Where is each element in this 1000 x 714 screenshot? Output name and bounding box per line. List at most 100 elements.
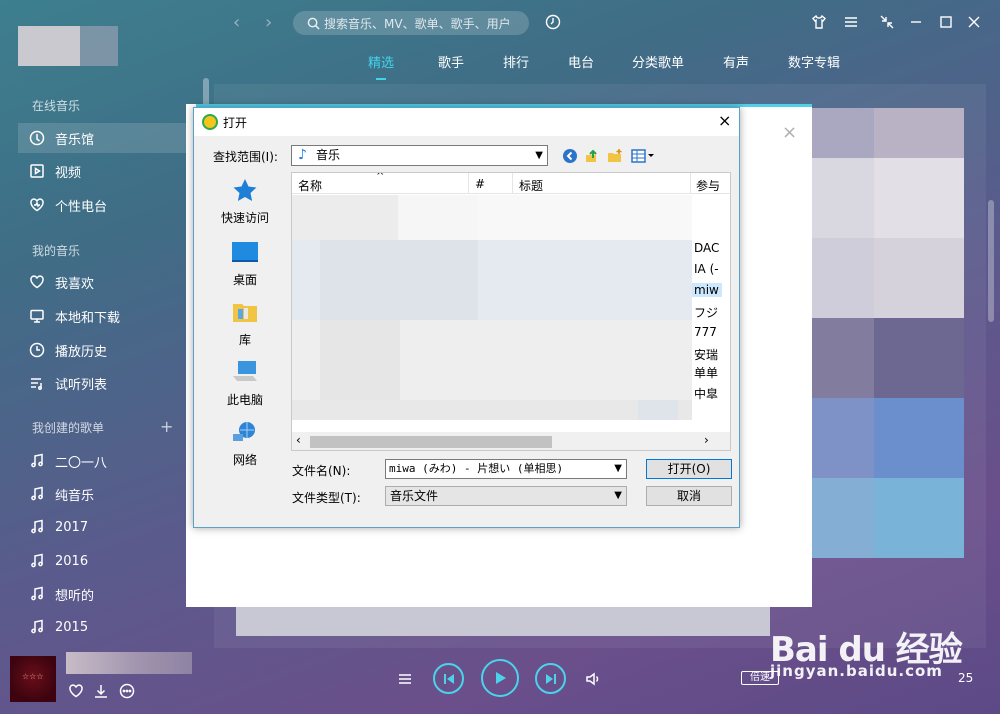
place-label: 此电脑 (226, 393, 263, 407)
artist-cell: 安瑞 (694, 348, 719, 362)
chevron-down-icon[interactable]: ▼ (614, 460, 622, 478)
file-name-label: 文件名(N): (292, 464, 351, 478)
sidebar-item-music-hall[interactable]: 音乐馆 (18, 123, 210, 153)
dialog-title: 打开 (223, 116, 248, 130)
back-nav-icon[interactable] (561, 147, 579, 165)
next-button[interactable] (535, 663, 566, 694)
music-note-icon (28, 485, 46, 503)
back-arrow-icon[interactable]: ‹ (233, 12, 240, 33)
new-folder-icon[interactable] (606, 147, 624, 165)
file-type-label: 文件类型(T): (292, 491, 361, 505)
blurred-file-cell (638, 400, 678, 420)
sidebar-item-label: 我喜欢 (55, 276, 95, 292)
import-dialog-close-icon[interactable]: × (782, 122, 797, 143)
file-name-input[interactable]: miwa (みわ) - 片想い (单相思) ▼ (385, 459, 627, 479)
sidebar-playlist-item[interactable]: 2015 (18, 612, 210, 642)
place-libraries[interactable]: 库 (204, 300, 286, 348)
view-menu-icon[interactable] (630, 147, 656, 165)
cancel-button[interactable]: 取消 (646, 486, 732, 506)
sidebar-item-favorites[interactable]: 我喜欢 (18, 267, 210, 297)
sidebar-item-label: 音乐馆 (55, 132, 95, 148)
place-quick-access[interactable]: 快速访问 (204, 178, 286, 226)
song-info-blur (66, 652, 192, 674)
artist-cell: IA (- (694, 262, 719, 276)
tab-radio[interactable]: 电台 (568, 52, 594, 71)
sidebar-item-label: 纯音乐 (55, 488, 95, 504)
file-type-select[interactable]: 音乐文件 ▼ (385, 486, 627, 506)
network-globe-icon (233, 422, 255, 441)
clock-icon (28, 341, 46, 359)
blurred-file-cell (320, 240, 478, 320)
scroll-thumb[interactable] (310, 436, 552, 448)
place-this-pc[interactable]: 此电脑 (204, 360, 286, 408)
close-window-icon[interactable] (965, 13, 983, 31)
column-header-number[interactable]: # (475, 177, 485, 191)
play-mode-icon[interactable] (397, 671, 413, 687)
more-icon[interactable] (119, 683, 135, 699)
recognize-music-icon[interactable] (544, 13, 562, 31)
play-button[interactable] (481, 659, 519, 697)
skin-shirt-icon[interactable] (810, 13, 828, 31)
sidebar-playlist-item[interactable]: 纯音乐 (18, 479, 210, 509)
scroll-right-icon[interactable]: › (704, 433, 709, 447)
sidebar-item-label: 二〇一八 (55, 455, 108, 471)
place-desktop[interactable]: 桌面 (204, 240, 286, 288)
file-list[interactable]: 名称 ^ # 标题 参与 DAC IA (- miw フジ 777 安瑞 单单 … (291, 172, 731, 451)
sidebar-item-trial-list[interactable]: 试听列表 (18, 368, 210, 398)
search-box[interactable]: 搜索音乐、MV、歌单、歌手、用户 (293, 11, 529, 35)
place-label: 网络 (232, 453, 257, 467)
scroll-left-icon[interactable]: ‹ (296, 433, 301, 447)
content-scrollbar[interactable] (988, 200, 994, 322)
sidebar-item-label: 2017 (55, 519, 89, 535)
sidebar-playlist-item[interactable]: 想听的 (18, 579, 210, 609)
up-folder-icon[interactable] (583, 147, 601, 165)
search-placeholder: 搜索音乐、MV、歌单、歌手、用户 (324, 16, 511, 31)
previous-button[interactable] (433, 663, 464, 694)
tab-singers[interactable]: 歌手 (438, 52, 464, 71)
sidebar-playlist-item[interactable]: 2016 (18, 546, 210, 576)
file-list-header: 名称 ^ # 标题 参与 (292, 173, 730, 194)
place-network[interactable]: 网络 (204, 420, 286, 468)
sidebar-item-history[interactable]: 播放历史 (18, 335, 210, 365)
sidebar-playlist-item[interactable]: 2017 (18, 512, 210, 542)
sidebar-item-label: 视频 (55, 165, 82, 181)
sidebar-playlist-item[interactable]: 二〇一八 (18, 446, 210, 476)
column-header-name[interactable]: 名称 (298, 177, 322, 194)
tab-digital-albums[interactable]: 数字专辑 (788, 52, 840, 71)
minimize-icon[interactable] (907, 13, 925, 31)
music-note-icon (28, 518, 46, 536)
place-label: 库 (238, 333, 251, 347)
maximize-icon[interactable] (937, 13, 955, 31)
album-cover[interactable]: ☆☆☆ (10, 656, 56, 702)
add-playlist-icon[interactable]: + (160, 417, 173, 436)
file-list-horizontal-scrollbar[interactable]: ‹ › (292, 432, 730, 450)
artist-cell: 中皐 (694, 387, 719, 401)
column-header-artist[interactable]: 参与 (696, 177, 720, 194)
forward-arrow-icon[interactable]: › (265, 12, 272, 33)
download-icon[interactable] (93, 683, 109, 699)
dialog-titlebar: 打开 × (194, 108, 739, 136)
section-title-created: 我创建的歌单 + (32, 417, 173, 436)
look-in-select[interactable]: ♪ 音乐 ▼ (291, 145, 548, 166)
sidebar-item-radio[interactable]: 个性电台 (18, 190, 210, 220)
sidebar-item-local-downloads[interactable]: 本地和下载 (18, 301, 210, 331)
sidebar-item-video[interactable]: 视频 (18, 156, 210, 186)
open-button[interactable]: 打开(O) (646, 459, 732, 479)
dialog-close-icon[interactable]: × (718, 111, 731, 130)
next-icon (545, 673, 556, 684)
mini-mode-icon[interactable] (878, 13, 896, 31)
tab-audio[interactable]: 有声 (723, 52, 749, 71)
like-heart-icon[interactable] (68, 683, 84, 699)
menu-icon[interactable] (842, 13, 860, 31)
tab-featured[interactable]: 精选 (368, 52, 394, 80)
volume-icon[interactable] (585, 671, 601, 687)
look-in-label: 查找范围(I): (213, 150, 278, 164)
play-icon (496, 672, 506, 684)
tab-category-playlists[interactable]: 分类歌单 (632, 52, 684, 71)
playlist-count[interactable]: 25 (958, 671, 973, 685)
tab-charts[interactable]: 排行 (503, 52, 529, 71)
blurred-file-cell (320, 320, 400, 400)
user-avatar[interactable] (18, 26, 80, 66)
artist-cell-selected[interactable]: miw (692, 283, 722, 297)
column-header-title[interactable]: 标题 (519, 177, 543, 194)
